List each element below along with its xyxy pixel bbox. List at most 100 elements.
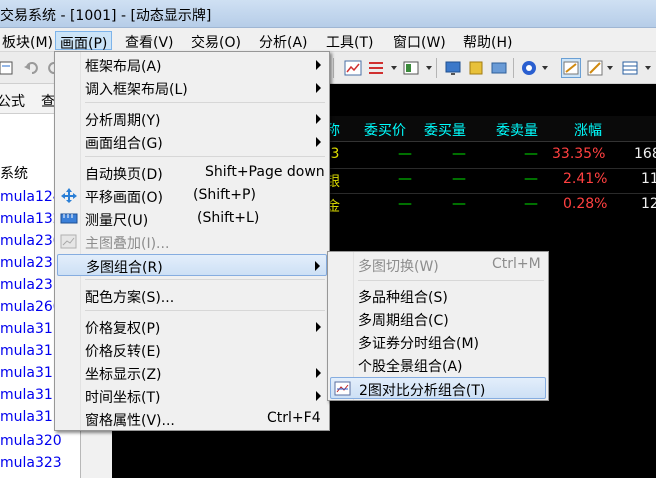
menu-item-label: 2图对比分析组合(T): [359, 383, 486, 399]
list-color-icon[interactable]: [366, 58, 386, 78]
menu-view[interactable]: 查看(V): [121, 31, 178, 51]
menu-item-color-scheme[interactable]: 配色方案(S)...: [57, 285, 327, 307]
list-item[interactable]: mula31: [0, 321, 53, 337]
submenu-arrow-icon: [315, 261, 320, 271]
menu-item-frame-layout[interactable]: 框架布局(A): [57, 54, 327, 76]
menu-item-analysis-period[interactable]: 分析周期(Y): [57, 108, 327, 130]
edit-icon[interactable]: [0, 58, 16, 78]
menu-item-pane-properties[interactable]: 窗格属性(V)... Ctrl+F4: [57, 408, 327, 430]
menu-item-multi-symbol[interactable]: 多品种组合(S): [330, 285, 546, 307]
cell-extra: 11: [641, 171, 656, 187]
list-item[interactable]: mula31: [0, 343, 53, 359]
scroll-icon[interactable]: [466, 58, 486, 78]
tab-query[interactable]: 查: [41, 91, 55, 111]
menu-separator: [85, 279, 325, 280]
list-item[interactable]: mula23: [0, 277, 53, 293]
column-header-bid-volume[interactable]: 委买量: [424, 120, 466, 140]
menu-trade[interactable]: 交易(O): [187, 31, 245, 51]
menu-item-label: 价格反转(E): [85, 344, 161, 360]
toolbar-separator: [513, 58, 514, 78]
submenu-arrow-icon: [316, 137, 321, 147]
menu-help[interactable]: 帮助(H): [459, 31, 516, 51]
tools-icon[interactable]: [489, 58, 509, 78]
menu-item-label: 测量尺(U): [85, 213, 149, 229]
cell-extra: 168: [634, 146, 656, 162]
list-item[interactable]: mula320: [0, 433, 62, 449]
list-item[interactable]: mula323: [0, 455, 62, 471]
menu-item-label: 画面组合(G): [85, 136, 163, 152]
screen-menu: 框架布局(A) 调入框架布局(L) 分析周期(Y) 画面组合(G) 自动换页(D…: [54, 51, 330, 431]
menu-item-two-chart-compare[interactable]: 2图对比分析组合(T): [330, 377, 546, 399]
cell-ask-volume: —: [524, 171, 538, 187]
tree-root-system[interactable]: 系统: [0, 163, 28, 183]
menu-item-stock-panorama[interactable]: 个股全景组合(A): [330, 354, 546, 376]
submenu-arrow-icon: [316, 368, 321, 378]
submenu-arrow-icon: [316, 322, 321, 332]
menu-item-multi-security-intraday[interactable]: 多证券分时组合(M): [330, 331, 546, 353]
menu-board[interactable]: 板块(M): [0, 31, 57, 51]
chart-window-icon[interactable]: [343, 58, 363, 78]
menu-item-label: 多图切换(W): [358, 259, 439, 275]
menu-item-pan-screen[interactable]: 平移画面(O) (Shift+P): [57, 185, 327, 207]
submenu-arrow-icon: [316, 391, 321, 401]
menu-item-screen-combo[interactable]: 画面组合(G): [57, 131, 327, 153]
menu-item-axis-display[interactable]: 坐标显示(Z): [57, 362, 327, 384]
multi-chart-submenu: 多图切换(W) Ctrl+M 多品种组合(S) 多周期组合(C) 多证券分时组合…: [327, 251, 549, 401]
ruler-icon: [60, 210, 78, 227]
menu-item-label: 平移画面(O): [85, 190, 163, 206]
menu-item-shortcut: (Shift+L): [197, 210, 260, 226]
menu-analysis[interactable]: 分析(A): [255, 31, 312, 51]
menu-item-label: 坐标显示(Z): [85, 367, 162, 383]
chevron-down-icon[interactable]: [607, 66, 613, 70]
menu-separator: [85, 156, 325, 157]
chevron-down-icon[interactable]: [645, 66, 651, 70]
list-item[interactable]: mula132: [0, 211, 62, 227]
chevron-down-icon[interactable]: [391, 66, 397, 70]
help-icon[interactable]: [519, 58, 539, 78]
menu-item-auto-page[interactable]: 自动换页(D) Shift+Page down: [57, 162, 327, 184]
list-item[interactable]: mula230: [0, 233, 62, 249]
chevron-down-icon[interactable]: [426, 66, 432, 70]
menu-bar: 板块(M) 画面(P) 查看(V) 交易(O) 分析(A) 工具(T) 窗口(W…: [0, 28, 656, 52]
menu-tools[interactable]: 工具(T): [322, 31, 377, 51]
list-item[interactable]: mula31: [0, 387, 53, 403]
list-item[interactable]: mula124: [0, 189, 62, 205]
menu-item-label: 调入框架布局(L): [85, 82, 188, 98]
menu-item-load-frame-layout[interactable]: 调入框架布局(L): [57, 77, 327, 99]
list-item[interactable]: mula23: [0, 255, 53, 271]
table-icon[interactable]: [620, 58, 640, 78]
menu-item-multi-chart[interactable]: 多图组合(R): [57, 254, 327, 276]
list-item[interactable]: mula260: [0, 299, 62, 315]
menu-item-measure-ruler[interactable]: 测量尺(U) (Shift+L): [57, 208, 327, 230]
menu-screen[interactable]: 画面(P): [55, 31, 113, 52]
draw-select-icon[interactable]: [561, 58, 581, 78]
menu-item-price-adjust[interactable]: 价格复权(P): [57, 316, 327, 338]
menu-item-multi-period[interactable]: 多周期组合(C): [330, 308, 546, 330]
title-bar: 交易系统 - [1001] - [动态显示牌]: [0, 0, 656, 28]
cell-ask-volume: —: [524, 196, 538, 212]
monitor-icon[interactable]: [443, 58, 463, 78]
menu-item-label: 多证券分时组合(M): [358, 336, 480, 352]
pencil-icon[interactable]: [585, 58, 605, 78]
list-item[interactable]: mula31: [0, 365, 53, 381]
toolbar-separator: [333, 58, 334, 78]
menu-window[interactable]: 窗口(W): [389, 31, 450, 51]
submenu-arrow-icon: [316, 83, 321, 93]
chevron-down-icon[interactable]: [542, 66, 548, 70]
tab-formula[interactable]: 公式: [0, 91, 25, 111]
column-header-change[interactable]: 涨幅: [574, 120, 602, 140]
column-header-ask-volume[interactable]: 委卖量: [496, 120, 538, 140]
compare-chart-icon: [334, 380, 352, 397]
column-header-bid-price[interactable]: 委买价: [364, 120, 406, 140]
undo-icon[interactable]: [22, 58, 42, 78]
menu-item-price-reverse[interactable]: 价格反转(E): [57, 339, 327, 361]
layout-icon[interactable]: [401, 58, 421, 78]
menu-item-time-axis[interactable]: 时间坐标(T): [57, 385, 327, 407]
submenu-arrow-icon: [316, 114, 321, 124]
cell-change: 0.28%: [563, 196, 608, 212]
cell-bid: —: [398, 171, 412, 187]
menu-item-label: 个股全景组合(A): [358, 359, 463, 375]
list-item[interactable]: mula31: [0, 409, 53, 425]
menu-item-label: 框架布局(A): [85, 59, 162, 75]
menu-item-shortcut: (Shift+P): [193, 187, 256, 203]
